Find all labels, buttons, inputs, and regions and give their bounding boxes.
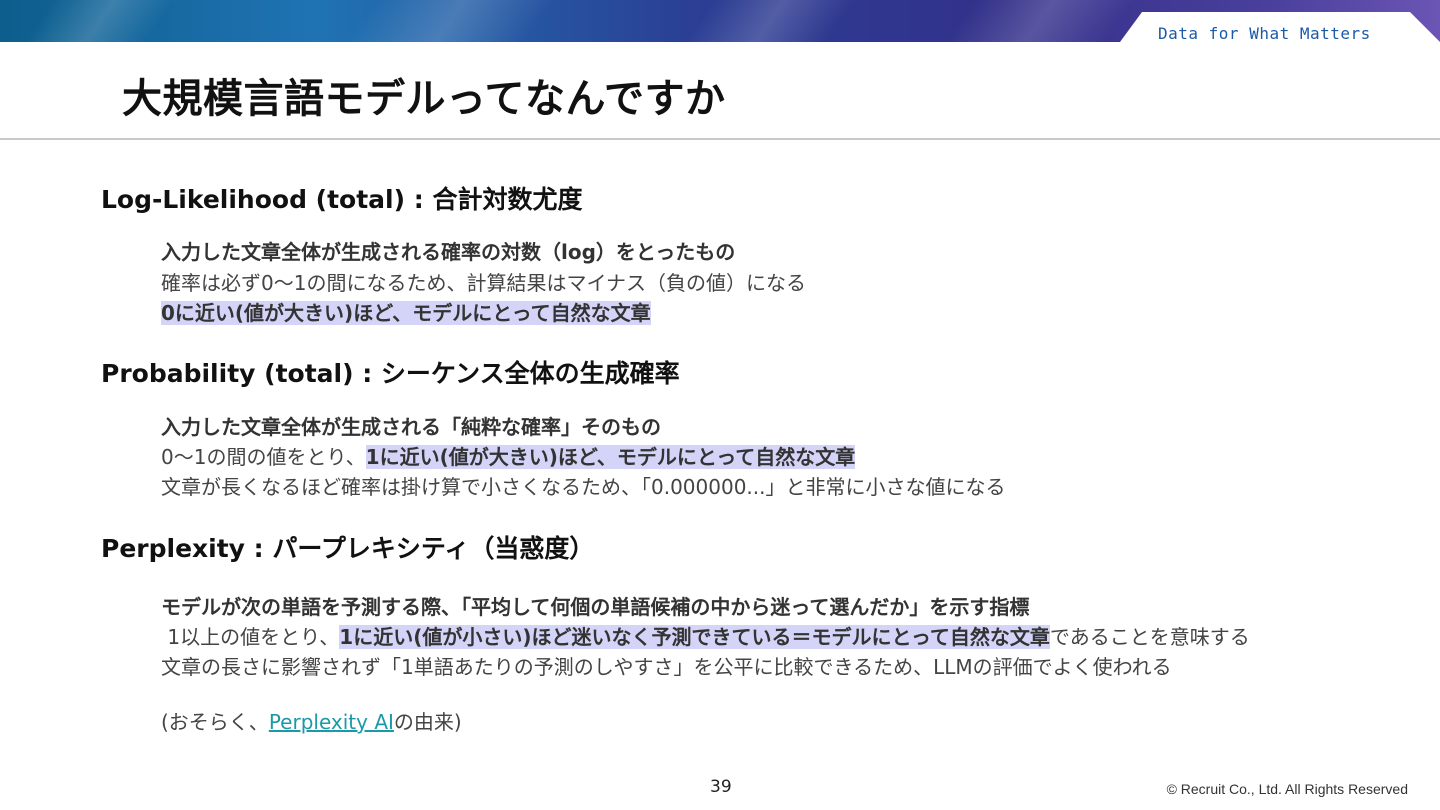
tagline: Data for What Matters (1158, 24, 1371, 43)
highlight-text: 0に近い(値が大きい)ほど、モデルにとって自然な文章 (161, 301, 651, 325)
note-text: の由来) (393, 710, 462, 734)
perplexity-ai-link[interactable]: Perplexity AI (269, 710, 394, 734)
banner-streak (945, 0, 1135, 42)
section-line: 0に近い(値が大きい)ほど、モデルにとって自然な文章 (161, 297, 651, 326)
section-line: 1以上の値をとり、1に近い(値が小さい)ほど迷いなく予測できている＝モデルにとっ… (161, 621, 1250, 650)
section-line: 入力した文章全体が生成される「純粋な確率」そのもの (161, 415, 661, 439)
banner-streak (25, 0, 175, 42)
section-line: 文章の長さに影響されず「1単語あたりの予測のしやすさ」を公平に比較できるため、L… (161, 655, 1172, 679)
line-text: 1以上の値をとり、 (161, 625, 340, 649)
page-number: 39 (710, 777, 732, 797)
note-line: (おそらく、Perplexity AIの由来) (161, 706, 462, 735)
copyright: © Recruit Co., Ltd. All Rights Reserved (1166, 781, 1408, 797)
section-line: モデルが次の単語を予測する際、「平均して何個の単語候補の中から迷って選んだか」を… (161, 595, 1030, 619)
title-divider (0, 138, 1440, 140)
note-text: (おそらく、 (161, 710, 269, 734)
highlight-text: 1に近い(値が大きい)ほど、モデルにとって自然な文章 (365, 445, 856, 469)
banner-streak (345, 0, 555, 42)
line-text: 0〜1の間の値をとり、 (161, 445, 366, 469)
section-line: 確率は必ず0〜1の間になるため、計算結果はマイナス（負の値）になる (161, 271, 807, 295)
section-line: 入力した文章全体が生成される確率の対数（log）をとったもの (161, 240, 736, 264)
section-heading-perplexity: Perplexity : パープレキシティ（当惑度） (101, 534, 595, 563)
line-text: であることを意味する (1049, 625, 1250, 649)
page-title: 大規模言語モデルってなんですか (122, 76, 726, 122)
section-heading-probability: Probability (total) : シーケンス全体の生成確率 (101, 359, 680, 388)
banner-streak (685, 0, 855, 42)
section-line: 文章が長くなるほど確率は掛け算で小さくなるため、「0.000000...」と非常… (161, 475, 1006, 499)
section-heading-log-likelihood: Log-Likelihood (total) : 合計対数尤度 (101, 185, 583, 214)
section-line: 0〜1の間の値をとり、1に近い(値が大きい)ほど、モデルにとって自然な文章 (161, 441, 856, 470)
highlight-text: 1に近い(値が小さい)ほど迷いなく予測できている＝モデルにとって自然な文章 (339, 625, 1050, 649)
